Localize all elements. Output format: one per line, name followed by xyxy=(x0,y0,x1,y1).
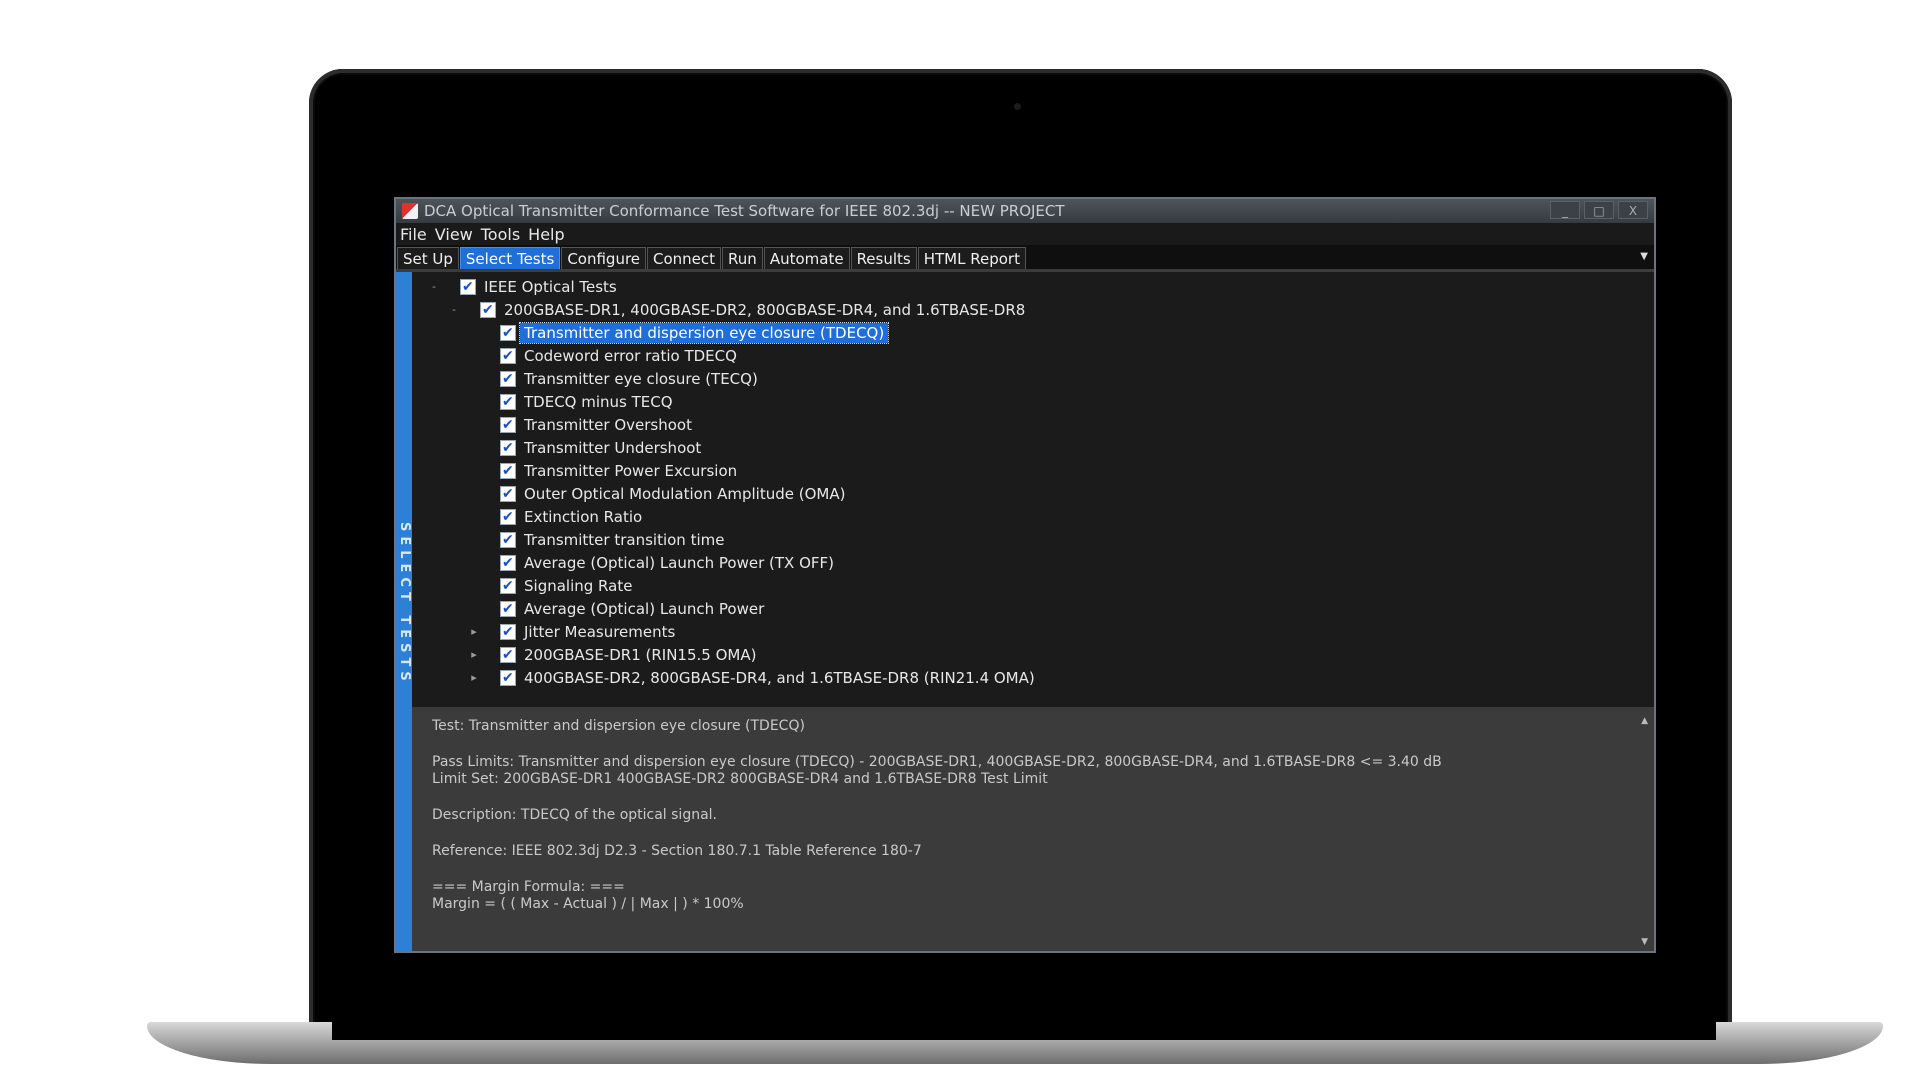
tree-item-label[interactable]: Average (Optical) Launch Power xyxy=(520,599,768,619)
tab-configure[interactable]: Configure xyxy=(561,247,647,269)
tab-select-tests[interactable]: Select Tests xyxy=(459,247,561,269)
tab-bar: Set Up Select Tests Configure Connect Ru… xyxy=(396,245,1654,272)
tree-row[interactable]: Transmitter and dispersion eye closure (… xyxy=(412,322,1654,344)
window-controls: _ □ X xyxy=(1550,201,1648,219)
tree-item-label[interactable]: Transmitter Overshoot xyxy=(520,415,696,435)
laptop-hinge xyxy=(332,1022,1716,1040)
tree-item-label[interactable]: TDECQ minus TECQ xyxy=(520,392,677,412)
menu-help[interactable]: Help xyxy=(528,225,564,244)
details-pass-limits: Pass Limits: Transmitter and dispersion … xyxy=(432,754,1442,770)
maximize-button[interactable]: □ xyxy=(1584,201,1614,219)
tree-row[interactable]: Extinction Ratio xyxy=(412,507,1654,527)
tab-set-up[interactable]: Set Up xyxy=(397,247,459,269)
tab-results[interactable]: Results xyxy=(850,247,917,269)
scroll-down-icon[interactable]: ▼ xyxy=(1641,937,1648,947)
details-reference: Reference: IEEE 802.3dj D2.3 - Section 1… xyxy=(432,843,922,859)
tree-row[interactable]: Average (Optical) Launch Power (TX OFF) xyxy=(412,553,1654,573)
window-title: DCA Optical Transmitter Conformance Test… xyxy=(424,202,1065,220)
details-margin-header: === Margin Formula: === xyxy=(432,879,625,895)
test-checkbox[interactable] xyxy=(500,346,516,366)
test-checkbox[interactable] xyxy=(500,507,516,527)
tree-item-label[interactable]: Outer Optical Modulation Amplitude (OMA) xyxy=(520,484,849,504)
expand-icon[interactable]: ▸ xyxy=(468,668,480,688)
tree-row[interactable]: Average (Optical) Launch Power xyxy=(412,599,1654,619)
tree-item-label[interactable]: Extinction Ratio xyxy=(520,507,646,527)
test-tree: -IEEE Optical Tests-200GBASE-DR1, 400GBA… xyxy=(412,272,1654,712)
details-limit-set: Limit Set: 200GBASE-DR1 400GBASE-DR2 800… xyxy=(432,771,1048,787)
test-checkbox[interactable] xyxy=(500,576,516,596)
test-checkbox[interactable] xyxy=(500,484,516,504)
tree-item-label[interactable]: 200GBASE-DR1, 400GBASE-DR2, 800GBASE-DR4… xyxy=(500,300,1029,320)
test-checkbox[interactable] xyxy=(500,369,516,389)
tree-item-label[interactable]: Transmitter Power Excursion xyxy=(520,461,741,481)
app-icon xyxy=(402,203,418,219)
test-checkbox[interactable] xyxy=(500,530,516,550)
test-checkbox[interactable] xyxy=(460,277,476,297)
collapse-icon[interactable]: - xyxy=(448,300,460,320)
menu-file[interactable]: File xyxy=(400,225,427,244)
side-panel-label: SELECT TESTS xyxy=(397,522,412,686)
tree-item-label[interactable]: 200GBASE-DR1 (RIN15.5 OMA) xyxy=(520,645,760,665)
close-button[interactable]: X xyxy=(1618,201,1648,219)
tree-row[interactable]: Transmitter transition time xyxy=(412,530,1654,550)
tree-item-label[interactable]: 400GBASE-DR2, 800GBASE-DR4, and 1.6TBASE… xyxy=(520,668,1039,688)
test-checkbox[interactable] xyxy=(480,300,496,320)
title-bar: DCA Optical Transmitter Conformance Test… xyxy=(396,199,1654,223)
tree-item-label[interactable]: Average (Optical) Launch Power (TX OFF) xyxy=(520,553,838,573)
test-checkbox[interactable] xyxy=(500,622,516,642)
test-checkbox[interactable] xyxy=(500,668,516,688)
tree-item-label[interactable]: Transmitter eye closure (TECQ) xyxy=(520,369,762,389)
tab-run[interactable]: Run xyxy=(722,247,763,269)
test-checkbox[interactable] xyxy=(500,645,516,665)
tree-row[interactable]: Codeword error ratio TDECQ xyxy=(412,346,1654,366)
expand-icon[interactable]: ▸ xyxy=(468,645,480,665)
tree-item-label[interactable]: Jitter Measurements xyxy=(520,622,679,642)
test-details-panel: ▲ Test: Transmitter and dispersion eye c… xyxy=(412,712,1654,951)
test-checkbox[interactable] xyxy=(500,553,516,573)
tree-row[interactable]: Transmitter eye closure (TECQ) xyxy=(412,369,1654,389)
tab-html-report[interactable]: HTML Report xyxy=(917,247,1026,269)
tree-row[interactable]: - 200GBASE-DR1, 400GBASE-DR2, 800GBASE-DR… xyxy=(412,300,1654,320)
details-test: Test: Transmitter and dispersion eye clo… xyxy=(432,718,805,734)
details-margin-formula: Margin = ( ( Max - Actual ) / | Max | ) … xyxy=(432,896,744,912)
test-checkbox[interactable] xyxy=(500,461,516,481)
details-description: Description: TDECQ of the optical signal… xyxy=(432,807,718,823)
tree-row[interactable]: Outer Optical Modulation Amplitude (OMA) xyxy=(412,484,1654,504)
tree-item-label[interactable]: Codeword error ratio TDECQ xyxy=(520,346,741,366)
tree-item-label[interactable]: Transmitter Undershoot xyxy=(520,438,705,458)
test-checkbox[interactable] xyxy=(500,323,516,343)
tree-item-label[interactable]: Signaling Rate xyxy=(520,576,636,596)
side-panel-strip[interactable]: SELECT TESTS xyxy=(396,272,412,951)
tree-row[interactable]: Signaling Rate xyxy=(412,576,1654,596)
test-checkbox[interactable] xyxy=(500,392,516,412)
expand-icon[interactable]: ▸ xyxy=(468,622,480,642)
tree-row[interactable]: TDECQ minus TECQ xyxy=(412,392,1654,412)
tab-automate[interactable]: Automate xyxy=(763,247,850,269)
tree-row[interactable]: Transmitter Overshoot xyxy=(412,415,1654,435)
tree-row[interactable]: - IEEE Optical Tests xyxy=(412,277,1654,297)
scroll-up-icon[interactable]: ▲ xyxy=(1641,716,1648,726)
test-checkbox[interactable] xyxy=(500,415,516,435)
tree-row[interactable]: ▸ 400GBASE-DR2, 800GBASE-DR4, and 1.6TBAS… xyxy=(412,668,1654,688)
test-checkbox[interactable] xyxy=(500,438,516,458)
webcam xyxy=(1014,103,1021,110)
tree-row[interactable]: Transmitter Undershoot xyxy=(412,438,1654,458)
menu-bar: File View Tools Help xyxy=(396,223,1654,245)
tree-item-label[interactable]: Transmitter and dispersion eye closure (… xyxy=(518,322,890,344)
menu-tools[interactable]: Tools xyxy=(481,225,520,244)
collapse-icon[interactable]: - xyxy=(428,277,440,297)
tree-item-label[interactable]: IEEE Optical Tests xyxy=(480,277,621,297)
content-area: SELECT TESTS -IEEE Optical Tests-200GBAS… xyxy=(396,272,1654,951)
tab-overflow-icon[interactable]: ▼ xyxy=(1640,251,1648,262)
tree-row[interactable]: Transmitter Power Excursion xyxy=(412,461,1654,481)
tree-item-label[interactable]: Transmitter transition time xyxy=(520,530,728,550)
test-checkbox[interactable] xyxy=(500,599,516,619)
tab-connect[interactable]: Connect xyxy=(647,247,722,269)
tree-row[interactable]: ▸ 200GBASE-DR1 (RIN15.5 OMA) xyxy=(412,645,1654,665)
tree-row[interactable]: ▸ Jitter Measurements xyxy=(412,622,1654,642)
app-window: DCA Optical Transmitter Conformance Test… xyxy=(394,197,1656,953)
menu-view[interactable]: View xyxy=(435,225,473,244)
minimize-button[interactable]: _ xyxy=(1550,201,1580,219)
